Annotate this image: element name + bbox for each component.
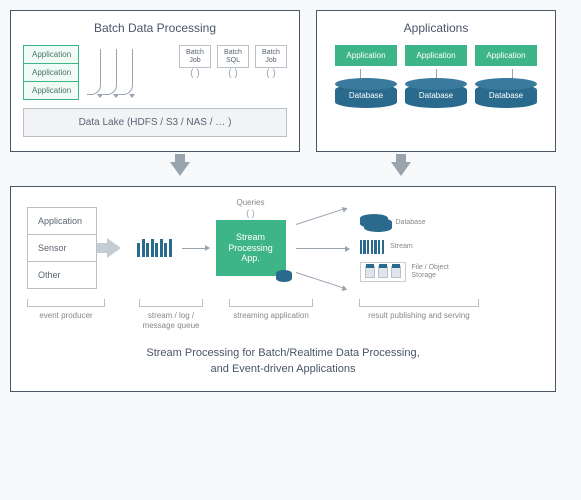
stream-panel-title: Stream Processing for Batch/Realtime Dat… [27,346,539,377]
fanout-arrows [296,218,346,278]
message-queue-icon [137,239,172,257]
database-row: Database Database Database [329,84,543,108]
merge-arrows-row [10,152,571,186]
batch-ingest-arrows [87,45,133,95]
bracket-result: result publishing and serving [359,299,479,330]
right-arrow-icon [182,248,206,249]
sink-label: Database [396,219,444,227]
bidir-arrow-icon: ( ) [246,208,255,219]
bracket-producer: event producer [27,299,105,330]
batch-app: Application [23,63,79,82]
database-icon: Database [405,84,467,108]
application-box: Application [405,45,467,66]
bidir-arrow-icon: ( ) [255,68,287,79]
stream-sink-icon [360,240,385,254]
stream-processing-app-box: Queries ( ) Stream Processing App. [216,220,286,276]
bidir-arrow-icon: ( ) [217,68,249,79]
batch-job-box: Batch Job [255,45,287,68]
producer-box: Sensor [27,234,97,262]
batch-app-stack: Application Application Application [23,45,79,100]
bracket-app: streaming application [229,299,313,330]
batch-app: Application [23,81,79,100]
application-box: Application [475,45,537,66]
database-icon: Database [335,84,397,108]
bidir-arrow-icon: ( ) [179,68,211,79]
producer-box: Application [27,207,97,235]
producer-box: Other [27,261,97,289]
applications-panel: Applications Application Application App… [316,10,556,152]
right-arrow-icon [107,238,121,258]
application-box: Application [335,45,397,66]
batch-processing-panel: Batch Data Processing Application Applic… [10,10,300,152]
event-producer-stack: Application Sensor Other [27,207,97,289]
down-arrow-icon [391,162,411,176]
file-storage-sink-icon [360,262,406,282]
batch-job-box: Batch SQL [217,45,249,68]
sink-label: Stream [390,243,438,251]
down-arrow-icon [170,162,190,176]
state-store-icon [276,270,292,282]
bracket-queue: stream / log / message queue [139,299,203,330]
data-lake-box: Data Lake (HDFS / S3 / NAS / … ) [23,108,287,137]
batch-job-box: Batch Job [179,45,211,68]
database-icon: Database [475,84,537,108]
stream-processing-panel: Application Sensor Other Queries ( ) Str… [10,186,556,392]
sink-label: File / Object Storage [412,264,460,279]
sinks-column: Database Stream File / Object Storage [360,214,460,282]
batch-title: Batch Data Processing [23,21,287,35]
app-boxes-row: Application Application Application [329,45,543,66]
batch-app: Application [23,45,79,64]
queries-label: Queries [236,198,264,208]
applications-title: Applications [329,21,543,35]
batch-jobs: Batch Job ( ) Batch SQL ( ) Batch Job [179,45,287,79]
database-sink-icon [360,214,390,232]
